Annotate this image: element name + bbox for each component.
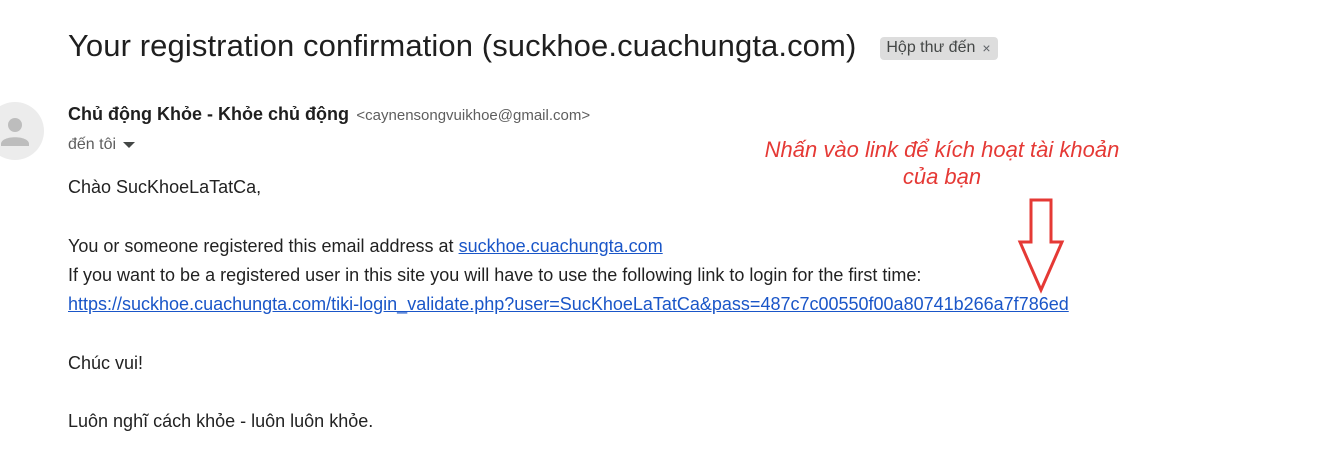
recipient-details-toggle[interactable]: đến tôi: [68, 136, 136, 154]
annotation-callout: Nhấn vào link để kích hoạt tài khoản của…: [720, 136, 1164, 190]
email-signature: Luôn nghĩ cách khỏe - luôn luôn khỏe.: [68, 411, 374, 431]
email-closing: Chúc vui!: [68, 353, 144, 373]
email-line-2: If you want to be a registered user in t…: [68, 265, 922, 285]
activation-link-line: https://suckhoe.cuachungta.com/tiki-logi…: [68, 294, 1069, 315]
recipient-label: đến tôi: [68, 136, 117, 153]
email-greeting: Chào SucKhoeLaTatCa,: [68, 177, 262, 197]
email-line-1: You or someone registered this email add…: [68, 236, 663, 257]
annotation-line-1: Nhấn vào link để kích hoạt tài khoản: [764, 137, 1120, 162]
email-view: Your registration confirmation (suckhoe.…: [0, 0, 1344, 469]
sender-avatar[interactable]: [0, 102, 44, 160]
inbox-label-chip[interactable]: Hộp thư đến ×: [880, 36, 998, 60]
sender-email: <caynensongvuikhoe@gmail.com>: [356, 107, 591, 124]
email-subject: Your registration confirmation (suckhoe.…: [68, 28, 857, 63]
sender-name[interactable]: Chủ động Khỏe - Khỏe chủ động: [68, 104, 349, 124]
remove-label-icon[interactable]: ×: [982, 40, 990, 56]
email-line-1-text: You or someone registered this email add…: [68, 236, 459, 256]
inbox-label-text: Hộp thư đến: [886, 38, 976, 56]
site-link[interactable]: suckhoe.cuachungta.com: [459, 236, 663, 256]
down-arrow-icon: [1017, 198, 1065, 294]
sender-row: Chủ động Khỏe - Khỏe chủ động <caynenson…: [68, 104, 590, 125]
annotation-line-2: của bạn: [902, 164, 982, 189]
activation-link[interactable]: https://suckhoe.cuachungta.com/tiki-logi…: [68, 294, 1069, 314]
subject-row: Your registration confirmation (suckhoe.…: [68, 28, 998, 64]
person-icon: [1, 118, 29, 146]
caret-down-icon[interactable]: [123, 142, 136, 148]
